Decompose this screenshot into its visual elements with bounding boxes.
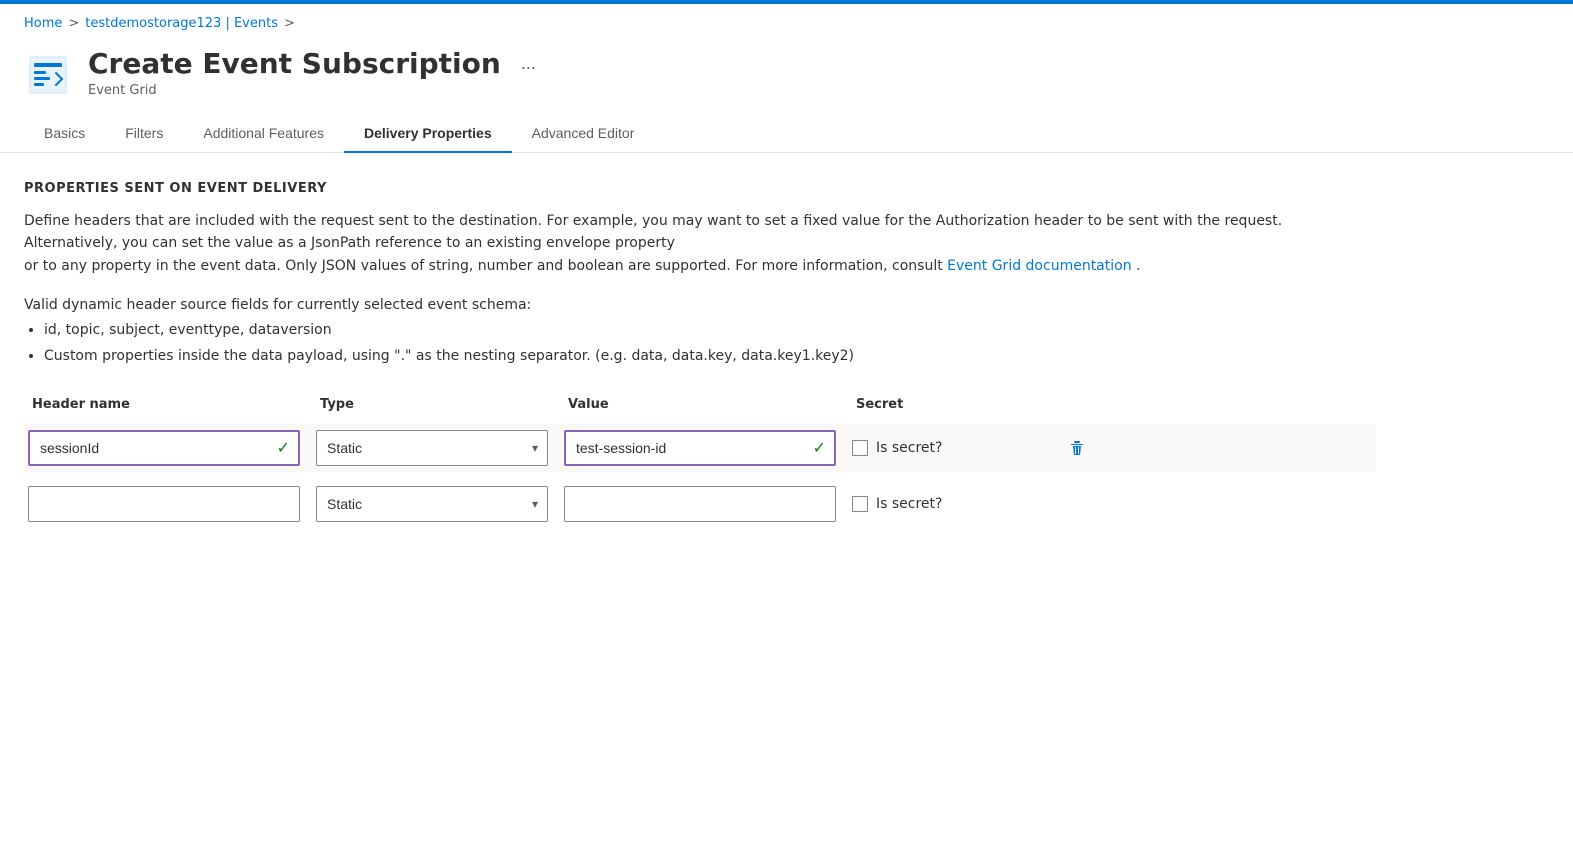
row2-header-name-cell	[24, 486, 304, 522]
row1-secret-label: Is secret?	[876, 440, 942, 456]
bullet1: id, topic, subject, eventtype, dataversi…	[44, 318, 1376, 343]
row2-header-name-input[interactable]	[28, 486, 300, 522]
row1-value-check-icon: ✓	[813, 438, 826, 457]
row2-type-cell: Static Dynamic ▾	[312, 486, 552, 522]
page-title-row: Create Event Subscription ...	[88, 47, 544, 81]
description-text1: Define headers that are included with th…	[24, 213, 1282, 251]
table-row: Static Dynamic ▾ Is secret?	[24, 480, 1376, 528]
tab-additional-features[interactable]: Additional Features	[183, 115, 344, 153]
tab-basics[interactable]: Basics	[24, 115, 105, 153]
row2-type-select-wrapper: Static Dynamic ▾	[316, 486, 548, 522]
row1-secret-cell: Is secret?	[848, 440, 1048, 456]
row1-type-cell: Static Dynamic ▾	[312, 430, 552, 466]
row2-secret-wrapper: Is secret?	[852, 496, 1044, 512]
description: Define headers that are included with th…	[24, 210, 1324, 277]
col-type: Type	[312, 397, 552, 412]
description-text2: or to any property in the event data. On…	[24, 258, 947, 274]
tab-filters[interactable]: Filters	[105, 115, 183, 153]
row1-value-wrapper: ✓	[564, 430, 836, 466]
table-header: Header name Type Value Secret	[24, 389, 1376, 420]
tabs-container: Basics Filters Additional Features Deliv…	[0, 99, 1573, 153]
row1-value-cell: ✓	[560, 430, 840, 466]
main-content: PROPERTIES SENT ON EVENT DELIVERY Define…	[0, 153, 1400, 564]
row1-type-select-wrapper: Static Dynamic ▾	[316, 430, 548, 466]
row2-value-wrapper	[564, 486, 836, 522]
valid-label: Valid dynamic header source fields for c…	[24, 297, 531, 313]
row2-value-cell	[560, 486, 840, 522]
row1-header-name-check-icon: ✓	[277, 438, 290, 457]
event-grid-docs-link[interactable]: Event Grid documentation	[947, 258, 1131, 274]
row1-header-name-wrapper: ✓	[28, 430, 300, 466]
page-title-area: Create Event Subscription ... Event Grid	[88, 47, 544, 98]
page-header: Create Event Subscription ... Event Grid	[0, 39, 1573, 99]
col-secret: Secret	[848, 397, 1048, 412]
col-actions	[1056, 397, 1116, 412]
description-period: .	[1136, 258, 1140, 274]
row2-type-select[interactable]: Static Dynamic	[316, 486, 548, 522]
breadcrumb-storage[interactable]: testdemostorage123 | Events	[85, 16, 278, 31]
valid-fields: Valid dynamic header source fields for c…	[24, 293, 1376, 369]
page-title: Create Event Subscription	[88, 47, 501, 81]
row2-secret-cell: Is secret?	[848, 496, 1048, 512]
col-value: Value	[560, 397, 840, 412]
row1-actions-cell	[1056, 435, 1116, 461]
more-options-button[interactable]: ...	[513, 49, 544, 78]
breadcrumb-sep1: >	[68, 16, 79, 31]
row1-header-name-cell: ✓	[24, 430, 304, 466]
row1-delete-button[interactable]	[1060, 435, 1094, 461]
row1-type-select[interactable]: Static Dynamic	[316, 430, 548, 466]
row2-header-name-wrapper	[28, 486, 300, 522]
trash-icon	[1068, 439, 1086, 457]
row2-value-input[interactable]	[564, 486, 836, 522]
row1-header-name-input[interactable]	[28, 430, 300, 466]
row2-secret-label: Is secret?	[876, 496, 942, 512]
row1-secret-checkbox[interactable]	[852, 440, 868, 456]
event-grid-icon	[24, 51, 72, 99]
row2-secret-checkbox[interactable]	[852, 496, 868, 512]
row1-secret-wrapper: Is secret?	[852, 440, 1044, 456]
breadcrumb: Home > testdemostorage123 | Events >	[0, 4, 1573, 39]
col-header-name: Header name	[24, 397, 304, 412]
tab-advanced-editor[interactable]: Advanced Editor	[512, 115, 655, 153]
table-row: ✓ Static Dynamic ▾ ✓ Is secret?	[24, 424, 1376, 472]
breadcrumb-home[interactable]: Home	[24, 16, 62, 31]
breadcrumb-sep2: >	[284, 16, 295, 31]
tab-delivery-properties[interactable]: Delivery Properties	[344, 115, 512, 153]
row1-value-input[interactable]	[564, 430, 836, 466]
page-subtitle: Event Grid	[88, 83, 544, 98]
section-title: PROPERTIES SENT ON EVENT DELIVERY	[24, 181, 1376, 196]
bullet2: Custom properties inside the data payloa…	[44, 344, 1376, 369]
